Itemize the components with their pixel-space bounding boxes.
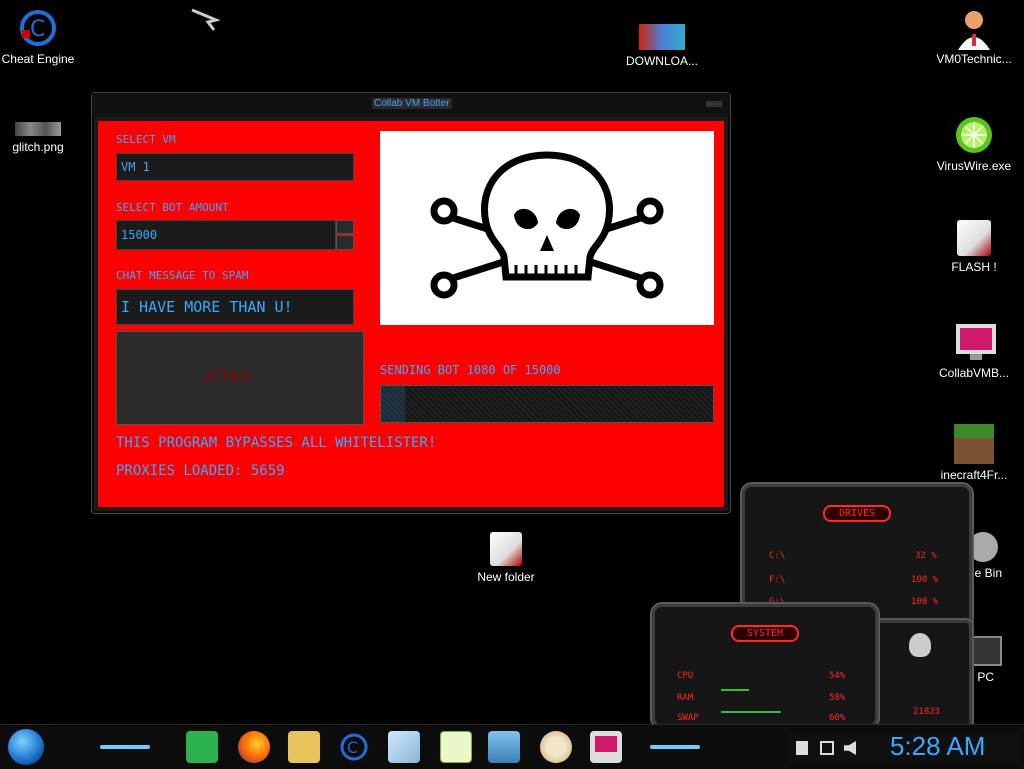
desktop-icon-new-folder[interactable]: New folder	[456, 532, 556, 584]
desktop-icon-label: CollabVMB...	[938, 366, 1010, 380]
app-client-area: SELECT VM VM 1 SELECT BOT AMOUNT 15000 C…	[98, 121, 724, 507]
desktop-icon-viruswire[interactable]: VirusWire.exe	[924, 115, 1024, 173]
system-tray: 5:28 AM	[786, 731, 1022, 763]
file-explorer-icon[interactable]	[288, 731, 320, 763]
monitor-icon[interactable]	[590, 731, 622, 763]
select-vm-label: SELECT VM	[116, 133, 176, 146]
minecraft-icon	[954, 424, 994, 464]
desktop-icon-flash[interactable]: FLASH !	[924, 220, 1024, 274]
drive-row-value: 32 %	[915, 551, 937, 561]
system-row-value: 60%	[829, 713, 846, 723]
system-row-label: CPU	[677, 671, 694, 681]
taskbar-glow-left	[100, 745, 150, 749]
feedly-icon[interactable]	[186, 731, 218, 763]
drive-row-label: C:\	[769, 551, 786, 561]
image-file-icon	[15, 122, 61, 136]
skull-crossbones-icon	[430, 151, 664, 299]
stepper-up-button[interactable]	[336, 220, 354, 234]
paint-icon[interactable]	[540, 731, 572, 763]
cheat-engine-icon: C	[18, 8, 58, 48]
desktop-icon-label: inecraft4Fr...	[940, 468, 1008, 482]
app-window: Collab VM Botter SELECT VM VM 1 SELECT B…	[91, 92, 731, 514]
system-footer: 21823	[913, 707, 941, 717]
sticky-notes-icon[interactable]	[440, 731, 472, 763]
swap-bar	[721, 711, 781, 713]
recycle-bin-icon	[968, 532, 998, 562]
window-title: Collab VM Botter	[372, 98, 452, 109]
alien-head-icon	[909, 633, 931, 657]
system-row-value: 58%	[829, 693, 846, 703]
desktop-icon-label: glitch.png	[12, 140, 64, 154]
desktop-icon-vm0technic[interactable]: VM0Technic...	[924, 8, 1024, 66]
cheat-engine-icon[interactable]: C	[338, 731, 370, 763]
system-row-value: 54%	[829, 671, 846, 681]
drives-title: DRIVES	[822, 505, 892, 522]
drive-row-value: 100 %	[911, 575, 939, 585]
window-titlebar[interactable]: Collab VM Botter	[92, 93, 730, 117]
photo-viewer-icon[interactable]	[488, 731, 520, 763]
computer-icon	[968, 636, 1002, 666]
desktop-icon-label: FLASH !	[951, 260, 997, 274]
system-row-label: SWAP	[677, 713, 699, 723]
desktop-icon-collabvm[interactable]: CollabVMB...	[924, 322, 1024, 380]
chat-message-label: CHAT MESSAGE TO SPAM	[116, 269, 249, 282]
bot-progress-fill	[381, 386, 405, 422]
close-icon[interactable]	[706, 101, 722, 107]
action-center-flag-icon[interactable]	[796, 741, 808, 755]
attack-button[interactable]: ATTACK	[116, 331, 364, 425]
network-icon[interactable]	[820, 741, 834, 755]
notepad-icon[interactable]	[388, 731, 420, 763]
taskbar: C 5:28 AM	[0, 724, 1024, 769]
bot-amount-label: SELECT BOT AMOUNT	[116, 201, 229, 214]
bypass-text: THIS PROGRAM BYPASSES ALL WHITELISTER!	[116, 435, 437, 451]
alien-gadget[interactable]: 21823	[870, 620, 972, 728]
system-title: SYSTEM	[730, 625, 800, 642]
proxies-text: PROXIES LOADED: 5659	[116, 463, 285, 479]
select-vm-field[interactable]: VM 1	[116, 153, 354, 181]
user-doctor-icon	[954, 8, 994, 50]
desktop-icon-label: VM0Technic...	[936, 52, 1012, 66]
download-icon	[639, 24, 685, 50]
clock[interactable]: 5:28 AM	[890, 731, 985, 762]
chat-message-field[interactable]: I HAVE MORE THAN U!	[116, 289, 354, 325]
desktop-icon-label: Cheat Engine	[1, 52, 75, 66]
desktop-icon-glitch[interactable]: glitch.png	[0, 122, 88, 154]
firefox-icon[interactable]	[238, 731, 270, 763]
svg-text:C: C	[30, 17, 45, 42]
bot-status-text: SENDING BOT 1080 OF 15000	[380, 363, 561, 377]
svg-text:C: C	[347, 738, 358, 757]
drive-row-value: 100 %	[911, 597, 939, 607]
drive-row-label: F:\	[769, 575, 786, 585]
desktop-icon-label: New folder	[477, 570, 535, 584]
folder-icon	[957, 220, 991, 256]
system-row-label: RAM	[677, 693, 694, 703]
attack-button-label: ATTACK	[205, 370, 252, 385]
taskbar-glow-right	[650, 745, 700, 749]
bot-progress-bar	[380, 385, 714, 423]
desktop-icon-label: DOWNLOA...	[625, 54, 698, 68]
cursor-icon	[190, 6, 221, 36]
start-button[interactable]	[8, 729, 44, 765]
desktop-icon-cheat-engine[interactable]: C Cheat Engine	[0, 8, 88, 66]
system-gadget[interactable]: SYSTEM CPU 54% RAM 58% SWAP 60%	[652, 604, 878, 728]
stepper-down-button[interactable]	[336, 235, 354, 250]
bot-amount-stepper[interactable]: 15000	[116, 220, 336, 250]
desktop-icon-download[interactable]: DOWNLOA...	[612, 24, 712, 68]
desktop-icon-minecraft[interactable]: inecraft4Fr...	[924, 424, 1024, 482]
ram-bar	[721, 689, 749, 691]
skull-image	[380, 131, 714, 325]
desktop-icon-label: VirusWire.exe	[936, 159, 1012, 173]
monitor-icon	[954, 322, 996, 362]
lime-icon	[954, 115, 994, 155]
folder-icon	[490, 532, 522, 566]
volume-icon[interactable]	[844, 741, 856, 755]
